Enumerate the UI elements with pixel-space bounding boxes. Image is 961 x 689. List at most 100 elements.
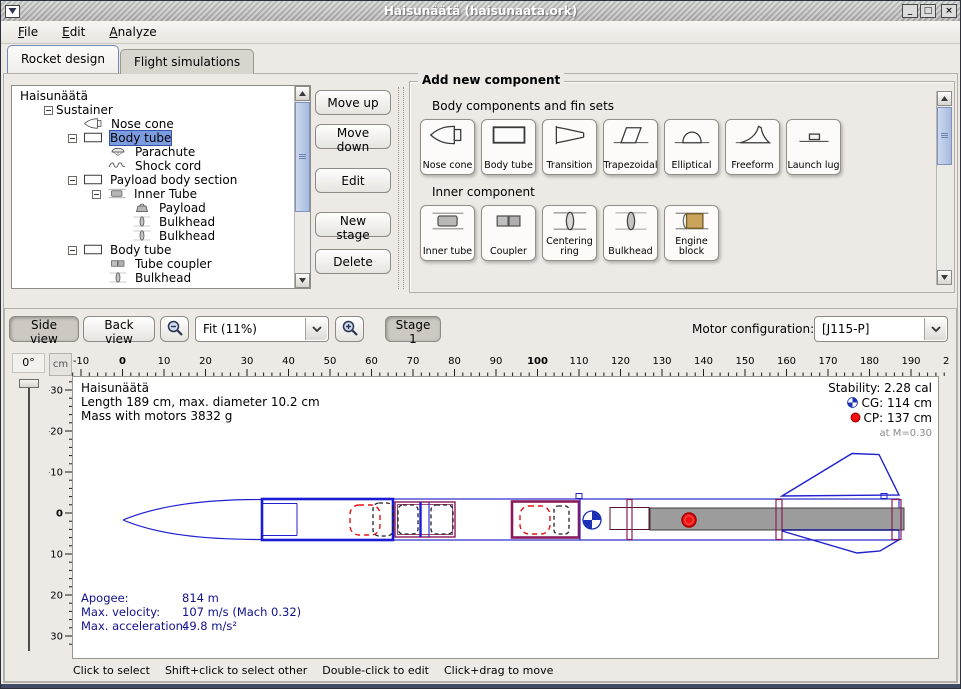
add-centering-ring-button[interactable]: Centering ring xyxy=(542,205,597,261)
add-bulkhead-button[interactable]: Bulkhead xyxy=(603,205,658,261)
maximize-button[interactable]: □ xyxy=(920,4,936,18)
component-panel-scrollbar[interactable] xyxy=(936,91,952,285)
zoom-level-select[interactable]: Fit (11%) xyxy=(195,316,329,342)
add-inner-tube-button[interactable]: Inner tube xyxy=(420,205,475,261)
launch-lug-shape[interactable] xyxy=(881,494,887,499)
centering-ring-shape[interactable] xyxy=(627,500,632,540)
side-view-button[interactable]: Side view xyxy=(9,316,79,342)
tree-item-label: Payload xyxy=(159,201,206,215)
tree-item-inner-tube[interactable]: Inner Tube xyxy=(16,187,292,201)
tree-expander-icon[interactable] xyxy=(68,176,77,185)
slider-handle[interactable] xyxy=(19,379,39,388)
add-nose-cone-button[interactable]: Nose cone xyxy=(420,119,475,175)
svg-text:150: 150 xyxy=(735,356,754,367)
tree-item-body-tube[interactable]: Body tube xyxy=(16,131,292,145)
close-button[interactable]: × xyxy=(941,4,957,18)
tree-item-body-tube[interactable]: Body tube xyxy=(16,243,292,257)
parachute-shape[interactable] xyxy=(520,506,550,534)
add-trapezoidal-button[interactable]: Trapezoidal xyxy=(603,119,658,175)
tree-expander-icon[interactable] xyxy=(44,106,53,115)
add-body-tube-button[interactable]: Body tube xyxy=(481,119,536,175)
split-divider[interactable] xyxy=(398,87,404,289)
svg-text:190: 190 xyxy=(901,356,920,367)
tree-item-haisun-t[interactable]: Haisunäätä xyxy=(16,89,292,103)
shock-cord-shape[interactable] xyxy=(373,503,393,536)
zoom-out-button[interactable] xyxy=(160,316,189,342)
add-elliptical-button[interactable]: Elliptical xyxy=(664,119,719,175)
tree-item-tube-coupler[interactable]: Tube coupler xyxy=(16,257,292,271)
chevron-down-icon[interactable] xyxy=(924,318,946,340)
rotation-slider[interactable] xyxy=(18,377,40,655)
zoom-in-button[interactable] xyxy=(335,316,364,342)
tree-item-bulkhead[interactable]: Bulkhead xyxy=(16,271,292,285)
scrollbar-thumb[interactable] xyxy=(937,107,952,165)
back-view-button[interactable]: Back view xyxy=(83,316,155,342)
tree-item-payload[interactable]: Payload xyxy=(16,201,292,215)
flight-data-value: 107 m/s (Mach 0.32) xyxy=(182,605,301,619)
scroll-down-icon[interactable] xyxy=(937,270,952,285)
launch-lug-shape[interactable] xyxy=(576,494,582,499)
tree-item-label: Bulkhead xyxy=(159,229,215,243)
tree-expander-icon[interactable] xyxy=(92,190,101,199)
edit-button[interactable]: Edit xyxy=(315,168,391,193)
component-button-label: Coupler xyxy=(490,247,527,257)
tree-item-shock-cord[interactable]: Shock cord xyxy=(16,159,292,173)
nose-cone-shape[interactable] xyxy=(123,500,262,540)
chevron-down-icon[interactable] xyxy=(305,318,327,340)
svg-text:90: 90 xyxy=(490,356,503,367)
group-label: Body components and fin sets xyxy=(432,99,926,113)
svg-text:0: 0 xyxy=(56,509,63,520)
new-stage-button[interactable]: New stage xyxy=(315,212,391,237)
hint-text: Click to select xyxy=(73,664,150,677)
tree-item-parachute[interactable]: Parachute xyxy=(16,145,292,159)
add-transition-button[interactable]: Transition xyxy=(542,119,597,175)
parachute-shape[interactable] xyxy=(350,505,380,535)
title-bar[interactable]: Haisunäätä (haisunaata.ork) _ □ × xyxy=(1,1,960,21)
body-tube-selected-shape[interactable] xyxy=(262,499,393,540)
payload-inner-tube-shape[interactable] xyxy=(395,502,455,537)
window-menu-icon[interactable] xyxy=(5,5,20,18)
bulkhead-dashed-shape[interactable] xyxy=(431,505,453,534)
svg-text:70: 70 xyxy=(407,356,420,367)
menu-analyze[interactable]: Analyze xyxy=(104,23,161,41)
svg-text:30: 30 xyxy=(241,356,254,367)
move-up-button[interactable]: Move up xyxy=(315,90,391,115)
tree-scrollbar[interactable] xyxy=(294,86,310,288)
component-button-label: Launch lug xyxy=(787,161,839,171)
bulkhead-dashed-shape[interactable] xyxy=(554,506,569,534)
add-launch-lug-button[interactable]: Launch lug xyxy=(786,119,841,175)
fin-lower-shape[interactable] xyxy=(782,531,899,553)
scroll-down-icon[interactable] xyxy=(295,273,310,288)
minimize-button[interactable]: _ xyxy=(902,4,918,18)
motor-mount-tube-shape[interactable] xyxy=(610,508,649,530)
payload-shape[interactable] xyxy=(398,505,418,534)
tree-expander-icon[interactable] xyxy=(68,246,77,255)
tab-rocket-design[interactable]: Rocket design xyxy=(7,45,119,73)
tree-item-nose-cone[interactable]: Nose cone xyxy=(16,117,292,131)
tree-expander-icon[interactable] xyxy=(68,134,77,143)
scroll-up-icon[interactable] xyxy=(295,86,310,101)
tree-item-sustainer[interactable]: Sustainer xyxy=(16,103,292,117)
tab-flight-simulations[interactable]: Flight simulations xyxy=(120,49,254,74)
add-freeform-button[interactable]: Freeform xyxy=(725,119,780,175)
add-engine-block-button[interactable]: Engine block xyxy=(664,205,719,261)
stage-1-toggle[interactable]: Stage 1 xyxy=(385,316,441,342)
add-coupler-button[interactable]: Coupler xyxy=(481,205,536,261)
tree-item-bulkhead[interactable]: Bulkhead xyxy=(16,215,292,229)
scroll-up-icon[interactable] xyxy=(937,91,952,106)
flight-data-value: 814 m xyxy=(182,591,219,605)
cp-value: CP: 137 cm xyxy=(864,411,932,425)
motor-configuration-select[interactable]: [J115-P] xyxy=(814,316,948,342)
move-down-button[interactable]: Move down xyxy=(315,124,391,149)
component-tree: HaisunäätäSustainerNose coneBody tubePar… xyxy=(11,85,311,289)
tree-item-payload-body-section[interactable]: Payload body section xyxy=(16,173,292,187)
stability-value: Stability: 2.28 cal xyxy=(828,381,932,396)
fin-upper-shape[interactable] xyxy=(782,454,899,497)
menu-file[interactable]: File xyxy=(13,23,43,41)
tree-item-bulkhead[interactable]: Bulkhead xyxy=(16,229,292,243)
delete-button[interactable]: Delete xyxy=(315,249,391,274)
vertical-ruler: -30-20-100102030 xyxy=(49,376,72,659)
scrollbar-thumb[interactable] xyxy=(295,102,310,212)
menu-edit[interactable]: Edit xyxy=(57,23,90,41)
svg-text:20: 20 xyxy=(199,356,212,367)
